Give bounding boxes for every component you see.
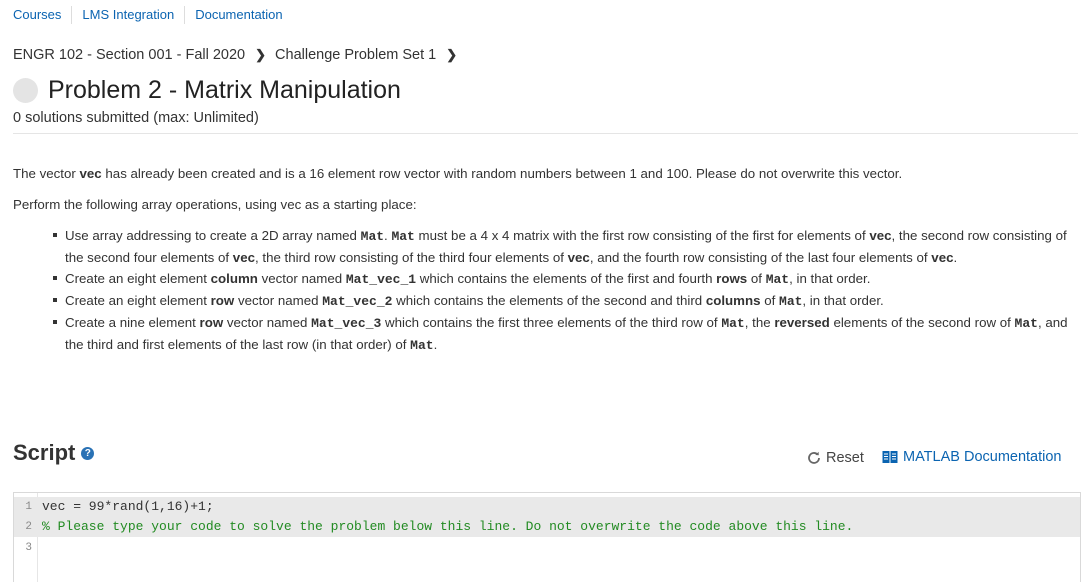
list-item: Create a nine element row vector named M… [53, 312, 1073, 356]
list-item: Create an eight element row vector named… [53, 290, 1073, 312]
problem-header: Problem 2 - Matrix Manipulation [13, 76, 401, 105]
nav-lms-integration-link[interactable]: LMS Integration [72, 6, 186, 24]
code-text[interactable]: vec = 99*rand(1,16)+1; [42, 497, 214, 517]
breadcrumb-set-link[interactable]: Challenge Problem Set 1 [275, 47, 436, 63]
script-heading: Script ? [13, 440, 95, 466]
chevron-right-icon: ❯ [446, 47, 458, 62]
code-comment[interactable]: % Please type your code to solve the pro… [42, 517, 853, 537]
list-item: Use array addressing to create a 2D arra… [53, 225, 1073, 268]
chevron-right-icon: ❯ [255, 47, 267, 62]
task-list: Use array addressing to create a 2D arra… [13, 225, 1073, 356]
code-editor[interactable]: 1 vec = 99*rand(1,16)+1; 2 % Please type… [13, 492, 1081, 582]
breadcrumb-course-link[interactable]: ENGR 102 - Section 001 - Fall 2020 [13, 47, 245, 63]
line-number: 3 [25, 542, 32, 554]
matlab-documentation-link[interactable]: MATLAB Documentation [882, 449, 1062, 465]
nav-documentation-link[interactable]: Documentation [185, 6, 292, 24]
line-number: 2 [25, 521, 32, 533]
list-item: Create an eight element column vector na… [53, 268, 1073, 290]
line-number: 1 [25, 501, 32, 513]
problem-description: The vector vec has already been created … [13, 163, 1073, 356]
status-circle-icon [13, 78, 38, 103]
description-paragraph: Perform the following array operations, … [13, 197, 417, 212]
refresh-icon [808, 451, 820, 464]
solutions-count: 0 solutions submitted (max: Unlimited) [13, 110, 259, 126]
reset-button[interactable]: Reset [806, 450, 864, 466]
divider [13, 133, 1078, 134]
description-paragraph: The vector vec has already been created … [13, 166, 903, 181]
breadcrumb: ENGR 102 - Section 001 - Fall 2020 ❯ Cha… [13, 47, 466, 63]
nav-courses-link[interactable]: Courses [0, 6, 73, 24]
help-icon[interactable]: ? [81, 446, 95, 460]
code-line[interactable]: 3 [14, 538, 1080, 558]
top-nav: Courses LMS Integration Documentation [0, 5, 293, 25]
book-icon [882, 451, 898, 463]
code-line[interactable]: 2 % Please type your code to solve the p… [14, 517, 1080, 537]
code-line[interactable]: 1 vec = 99*rand(1,16)+1; [14, 497, 1080, 517]
page-title: Problem 2 - Matrix Manipulation [48, 76, 401, 104]
